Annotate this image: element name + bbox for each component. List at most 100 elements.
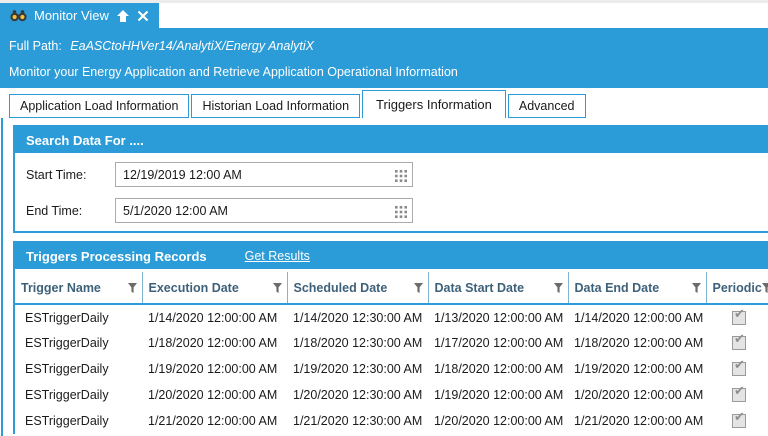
column-header[interactable]: Execution Date xyxy=(142,272,287,304)
cell-trigger-name: ESTriggerDaily xyxy=(15,408,142,434)
periodic-checkbox[interactable]: ✔ xyxy=(732,414,746,428)
cell-data-start-date: 1/13/2020 12:00:00 AM xyxy=(428,304,568,330)
start-time-input[interactable] xyxy=(115,162,413,187)
cell-trigger-name: ESTriggerDaily xyxy=(15,382,142,408)
cell-data-end-date: 1/18/2020 12:00:00 AM xyxy=(568,330,706,356)
column-header-label: Execution Date xyxy=(149,281,239,295)
end-time-picker xyxy=(115,198,413,223)
cell-periodic: ✔ xyxy=(706,330,768,356)
end-time-row: End Time: xyxy=(26,198,768,223)
cell-scheduled-date: 1/18/2020 12:30:00 AM xyxy=(287,330,428,356)
column-header[interactable]: Scheduled Date xyxy=(287,272,428,304)
full-path-value: EaASCtoHHVer14/AnalytiX/Energy AnalytiX xyxy=(70,39,314,53)
cell-scheduled-date: 1/21/2020 12:30:00 AM xyxy=(287,408,428,434)
cell-execution-date: 1/21/2020 12:00:00 AM xyxy=(142,408,287,434)
end-time-label: End Time: xyxy=(26,204,115,218)
search-panel-header: Search Data For .... xyxy=(15,127,768,153)
tab-advanced[interactable]: Advanced xyxy=(508,94,586,118)
table-row[interactable]: ESTriggerDaily 1/21/2020 12:00:00 AM 1/2… xyxy=(15,408,768,434)
tab-strip: Application Load Information Historian L… xyxy=(9,90,588,118)
records-panel: Triggers Processing Records Get Results … xyxy=(13,241,768,434)
cell-data-start-date: 1/17/2020 12:00:00 AM xyxy=(428,330,568,356)
binoculars-icon xyxy=(10,9,27,22)
cell-data-end-date: 1/14/2020 12:00:00 AM xyxy=(568,304,706,330)
periodic-checkbox[interactable]: ✔ xyxy=(732,388,746,402)
cell-data-end-date: 1/21/2020 12:00:00 AM xyxy=(568,408,706,434)
column-header[interactable]: Data Start Date xyxy=(428,272,568,304)
tab-historian-load-information[interactable]: Historian Load Information xyxy=(191,94,360,118)
search-fields: Start Time: End Time xyxy=(15,153,768,231)
periodic-checkbox[interactable]: ✔ xyxy=(732,311,746,325)
get-results-link[interactable]: Get Results xyxy=(245,249,310,263)
cell-data-start-date: 1/19/2020 12:00:00 AM xyxy=(428,382,568,408)
start-time-row: Start Time: xyxy=(26,162,768,187)
tab-application-load-information[interactable]: Application Load Information xyxy=(9,94,189,118)
filter-icon[interactable] xyxy=(554,283,563,293)
check-icon: ✔ xyxy=(734,332,745,346)
cell-data-end-date: 1/20/2020 12:00:00 AM xyxy=(568,382,706,408)
periodic-checkbox[interactable]: ✔ xyxy=(732,336,746,350)
column-header-label: Data Start Date xyxy=(435,281,525,295)
filter-icon[interactable] xyxy=(414,283,423,293)
cell-execution-date: 1/19/2020 12:00:00 AM xyxy=(142,356,287,382)
table-row[interactable]: ESTriggerDaily 1/18/2020 12:00:00 AM 1/1… xyxy=(15,330,768,356)
records-panel-title: Triggers Processing Records xyxy=(26,249,207,264)
tab-triggers-information[interactable]: Triggers Information xyxy=(362,90,506,118)
cell-execution-date: 1/14/2020 12:00:00 AM xyxy=(142,304,287,330)
cell-trigger-name: ESTriggerDaily xyxy=(15,304,142,330)
start-time-picker xyxy=(115,162,413,187)
search-panel: Search Data For .... Start Time: xyxy=(13,125,768,233)
column-header[interactable]: Periodic xyxy=(706,272,768,304)
table-row[interactable]: ESTriggerDaily 1/14/2020 12:00:00 AM 1/1… xyxy=(15,304,768,330)
check-icon: ✔ xyxy=(734,410,745,424)
cell-periodic: ✔ xyxy=(706,408,768,434)
column-header[interactable]: Trigger Name xyxy=(15,272,142,304)
table-body: ESTriggerDaily 1/14/2020 12:00:00 AM 1/1… xyxy=(15,304,768,434)
check-icon: ✔ xyxy=(734,307,745,321)
cell-execution-date: 1/20/2020 12:00:00 AM xyxy=(142,382,287,408)
check-icon: ✔ xyxy=(734,384,745,398)
filter-icon[interactable] xyxy=(273,283,282,293)
cell-data-end-date: 1/19/2020 12:00:00 AM xyxy=(568,356,706,382)
filter-icon[interactable] xyxy=(762,283,768,293)
search-panel-title: Search Data For .... xyxy=(26,133,144,148)
datepicker-grid-icon[interactable] xyxy=(395,205,407,223)
cell-data-start-date: 1/18/2020 12:00:00 AM xyxy=(428,356,568,382)
cell-scheduled-date: 1/14/2020 12:30:00 AM xyxy=(287,304,428,330)
document-tab-title: Monitor View xyxy=(34,8,109,23)
column-header-label: Trigger Name xyxy=(21,281,101,295)
tab-page-content: Search Data For .... Start Time: xyxy=(1,118,768,436)
cell-execution-date: 1/18/2020 12:00:00 AM xyxy=(142,330,287,356)
column-header-label: Periodic xyxy=(713,281,762,295)
column-header-label: Scheduled Date xyxy=(294,281,388,295)
check-icon: ✔ xyxy=(734,358,745,372)
table-row[interactable]: ESTriggerDaily 1/19/2020 12:00:00 AM 1/1… xyxy=(15,356,768,382)
triggers-table: Trigger Name Execution Date Scheduled Da… xyxy=(15,272,768,434)
cell-trigger-name: ESTriggerDaily xyxy=(15,330,142,356)
table-header-row: Trigger Name Execution Date Scheduled Da… xyxy=(15,272,768,304)
periodic-checkbox[interactable]: ✔ xyxy=(732,362,746,376)
table-row[interactable]: ESTriggerDaily 1/20/2020 12:00:00 AM 1/2… xyxy=(15,382,768,408)
column-header[interactable]: Data End Date xyxy=(568,272,706,304)
cell-periodic: ✔ xyxy=(706,356,768,382)
end-time-input[interactable] xyxy=(115,198,413,223)
filter-icon[interactable] xyxy=(128,283,137,293)
column-header-label: Data End Date xyxy=(575,281,660,295)
cell-trigger-name: ESTriggerDaily xyxy=(15,356,142,382)
filter-icon[interactable] xyxy=(692,283,701,293)
full-path-label: Full Path: xyxy=(9,39,62,53)
cell-scheduled-date: 1/19/2020 12:30:00 AM xyxy=(287,356,428,382)
start-time-label: Start Time: xyxy=(26,168,115,182)
cell-data-start-date: 1/20/2020 12:00:00 AM xyxy=(428,408,568,434)
app-description: Monitor your Energy Application and Retr… xyxy=(9,65,458,79)
document-tab-monitor-view[interactable]: Monitor View xyxy=(0,3,159,28)
cell-periodic: ✔ xyxy=(706,382,768,408)
records-panel-header: Triggers Processing Records Get Results xyxy=(15,243,768,269)
close-icon[interactable] xyxy=(137,10,149,22)
info-header-band: Full Path: EaASCtoHHVer14/AnalytiX/Energ… xyxy=(0,28,768,88)
promote-up-icon[interactable] xyxy=(116,9,130,23)
datepicker-grid-icon[interactable] xyxy=(395,169,407,187)
cell-periodic: ✔ xyxy=(706,304,768,330)
full-path-row: Full Path: EaASCtoHHVer14/AnalytiX/Energ… xyxy=(9,39,314,53)
cell-scheduled-date: 1/20/2020 12:30:00 AM xyxy=(287,382,428,408)
